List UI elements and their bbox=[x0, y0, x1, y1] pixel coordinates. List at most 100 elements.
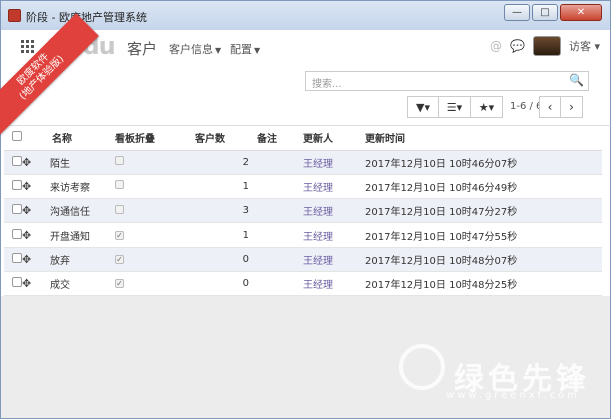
table-row[interactable]: ✥ 放弃 ✓ 0 王经理 2017年12月10日 10时48分07秒 bbox=[4, 247, 602, 272]
cell-updated: 2017年12月10日 10时48分25秒 bbox=[365, 271, 602, 297]
avatar[interactable] bbox=[532, 36, 561, 56]
cell-name: 开盘通知 bbox=[42, 222, 115, 248]
cell-count: 1 bbox=[195, 174, 257, 200]
drag-handle-icon[interactable]: ✥ bbox=[22, 253, 31, 266]
watermark-url: www.greenxf.com bbox=[446, 390, 580, 401]
column-updater[interactable]: 更新人 bbox=[303, 126, 365, 151]
table-header-row: 名称 看板折叠 客户数 备注 更新人 更新时间 bbox=[4, 126, 602, 151]
drag-handle-icon[interactable]: ✥ bbox=[22, 180, 31, 193]
drag-handle-icon[interactable]: ✥ bbox=[22, 229, 31, 242]
chevron-right-icon: › bbox=[569, 100, 574, 114]
cell-count: 0 bbox=[195, 247, 257, 272]
empty-area: 绿色先锋 www.greenxf.com bbox=[0, 296, 611, 419]
column-updated[interactable]: 更新时间 bbox=[365, 126, 602, 151]
caret-down-icon: ▼ bbox=[254, 46, 261, 55]
cell-count: 1 bbox=[195, 222, 257, 248]
window-titlebar[interactable]: 阶段 - 欧度地产管理系统 — □ ✕ bbox=[0, 0, 611, 30]
folded-checkbox bbox=[115, 204, 124, 214]
cell-count: 0 bbox=[195, 271, 257, 297]
folded-checkbox-checked: ✓ bbox=[115, 230, 124, 240]
table-row[interactable]: ✥ 来访考察 1 王经理 2017年12月10日 10时46分49秒 bbox=[4, 174, 602, 200]
cell-updater[interactable]: 王经理 bbox=[303, 174, 365, 200]
cell-name: 陌生 bbox=[42, 150, 115, 175]
table-row[interactable]: ✥ 沟通信任 3 王经理 2017年12月10日 10时47分27秒 bbox=[4, 198, 602, 224]
favorites-button[interactable]: ★▾ bbox=[471, 96, 503, 118]
menu-customer-info[interactable]: 客户信息 ▼ bbox=[169, 41, 221, 57]
cell-updated: 2017年12月10日 10时47分55秒 bbox=[365, 222, 602, 248]
cell-note bbox=[257, 271, 303, 297]
cell-count: 3 bbox=[195, 198, 257, 224]
apps-grid-icon[interactable] bbox=[21, 40, 35, 53]
filter-button[interactable]: ▼▾ bbox=[407, 96, 439, 118]
cell-name: 放弃 bbox=[42, 247, 115, 272]
cell-note bbox=[257, 150, 303, 175]
table-row[interactable]: ✥ 开盘通知 ✓ 1 王经理 2017年12月10日 10时47分55秒 bbox=[4, 222, 602, 248]
menu-config[interactable]: 配置 ▼ bbox=[230, 41, 260, 57]
pager-buttons: ‹ › bbox=[539, 96, 583, 118]
folded-checkbox-checked: ✓ bbox=[115, 254, 124, 264]
row-checkbox[interactable] bbox=[12, 252, 22, 263]
mention-icon[interactable]: @ bbox=[490, 39, 502, 53]
handle-header bbox=[22, 126, 42, 151]
window-controls: — □ ✕ bbox=[504, 4, 602, 21]
cell-updated: 2017年12月10日 10时48分07秒 bbox=[365, 247, 602, 272]
pager-next-button[interactable]: › bbox=[561, 96, 583, 118]
star-icon: ★▾ bbox=[478, 100, 495, 114]
drag-handle-icon[interactable]: ✥ bbox=[22, 204, 31, 217]
user-area: @ 💬 访客 ▾ bbox=[490, 36, 600, 56]
user-menu[interactable]: 访客 ▾ bbox=[569, 38, 600, 54]
drag-handle-icon[interactable]: ✥ bbox=[22, 277, 31, 290]
cell-updater[interactable]: 王经理 bbox=[303, 271, 365, 297]
app-icon bbox=[8, 9, 21, 22]
cell-note bbox=[257, 222, 303, 248]
stages-table: 名称 看板折叠 客户数 备注 更新人 更新时间 ✥ 陌生 2 王经理 2017年… bbox=[0, 126, 611, 297]
close-button[interactable]: ✕ bbox=[560, 4, 602, 21]
cell-updater[interactable]: 王经理 bbox=[303, 198, 365, 224]
cell-count: 2 bbox=[195, 150, 257, 175]
table-row[interactable]: ✥ 成交 ✓ 0 王经理 2017年12月10日 10时48分25秒 bbox=[4, 271, 602, 297]
search-options: ▼▾ ☰▾ ★▾ bbox=[407, 96, 503, 118]
cell-updater[interactable]: 王经理 bbox=[303, 150, 365, 175]
table-row[interactable]: ✥ 陌生 2 王经理 2017年12月10日 10时46分07秒 bbox=[4, 150, 602, 175]
chat-icon[interactable]: 💬 bbox=[510, 39, 525, 53]
row-checkbox[interactable] bbox=[12, 204, 22, 215]
cell-name: 来访考察 bbox=[42, 174, 115, 200]
pager-previous-button[interactable]: ‹ bbox=[539, 96, 561, 118]
maximize-button[interactable]: □ bbox=[532, 4, 558, 21]
pager-value[interactable]: 1-6 / 6 bbox=[510, 101, 542, 112]
select-all-checkbox[interactable] bbox=[12, 131, 22, 142]
folded-checkbox bbox=[115, 180, 124, 190]
cell-name: 沟通信任 bbox=[42, 198, 115, 224]
cell-updater[interactable]: 王经理 bbox=[303, 222, 365, 248]
folded-checkbox bbox=[115, 156, 124, 166]
search-icon[interactable]: 🔍 bbox=[569, 73, 584, 87]
row-checkbox[interactable] bbox=[12, 228, 22, 239]
control-panel: 搜索... 🔍 ▼▾ ☰▾ ★▾ 1-6 / 6 ‹ › bbox=[0, 64, 611, 126]
folded-checkbox-checked: ✓ bbox=[115, 279, 124, 289]
chevron-left-icon: ‹ bbox=[547, 100, 553, 114]
caret-down-icon: ▼ bbox=[215, 46, 222, 55]
watermark-logo bbox=[399, 344, 445, 390]
column-count[interactable]: 客户数 bbox=[195, 126, 257, 151]
group-by-button[interactable]: ☰▾ bbox=[439, 96, 471, 118]
cell-updated: 2017年12月10日 10时46分07秒 bbox=[365, 150, 602, 175]
minimize-button[interactable]: — bbox=[504, 4, 530, 21]
column-name[interactable]: 名称 bbox=[42, 126, 115, 151]
cell-note bbox=[257, 198, 303, 224]
search-input[interactable]: 搜索... 🔍 bbox=[305, 71, 589, 91]
drag-handle-icon[interactable]: ✥ bbox=[22, 156, 31, 169]
row-checkbox[interactable] bbox=[12, 155, 22, 166]
cell-updater[interactable]: 王经理 bbox=[303, 247, 365, 272]
cell-updated: 2017年12月10日 10时46分49秒 bbox=[365, 174, 602, 200]
column-note[interactable]: 备注 bbox=[257, 126, 303, 151]
column-folded[interactable]: 看板折叠 bbox=[115, 126, 195, 151]
cell-updated: 2017年12月10日 10时47分27秒 bbox=[365, 198, 602, 224]
cell-note bbox=[257, 174, 303, 200]
list-icon: ☰▾ bbox=[446, 100, 463, 114]
row-checkbox[interactable] bbox=[12, 179, 22, 190]
module-title: 客户 bbox=[127, 40, 158, 58]
filter-icon: ▼▾ bbox=[416, 100, 430, 114]
cell-name: 成交 bbox=[42, 271, 115, 297]
cell-note bbox=[257, 247, 303, 272]
row-checkbox[interactable] bbox=[12, 277, 22, 288]
